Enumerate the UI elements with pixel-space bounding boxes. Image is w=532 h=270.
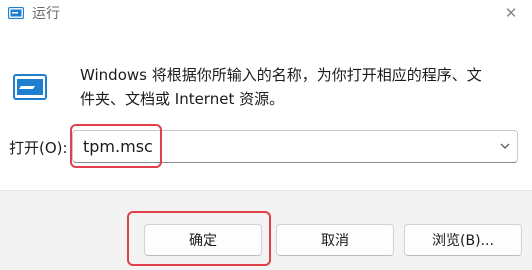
open-combobox[interactable]	[72, 130, 518, 163]
open-label: 打开(O):	[9, 139, 68, 157]
window-title: 运行	[32, 6, 60, 22]
ok-button[interactable]: 确定	[144, 224, 262, 256]
title-bar: 运行 ✕	[0, 0, 532, 28]
run-icon	[8, 7, 24, 19]
run-icon	[13, 74, 47, 100]
description-text: Windows 将根据你所输入的名称，为你打开相应的程序、文 件夹、文档或 In…	[80, 66, 482, 108]
cancel-button[interactable]: 取消	[276, 224, 394, 256]
open-input[interactable]	[83, 137, 463, 157]
close-button[interactable]: ✕	[496, 0, 526, 26]
chevron-down-icon[interactable]	[499, 140, 511, 152]
browse-button[interactable]: 浏览(B)...	[404, 224, 522, 256]
close-icon: ✕	[504, 4, 518, 22]
run-dialog: 运行 ✕ Windows 将根据你所输入的名称，为你打开相应的程序、文 件夹、文…	[0, 0, 532, 270]
